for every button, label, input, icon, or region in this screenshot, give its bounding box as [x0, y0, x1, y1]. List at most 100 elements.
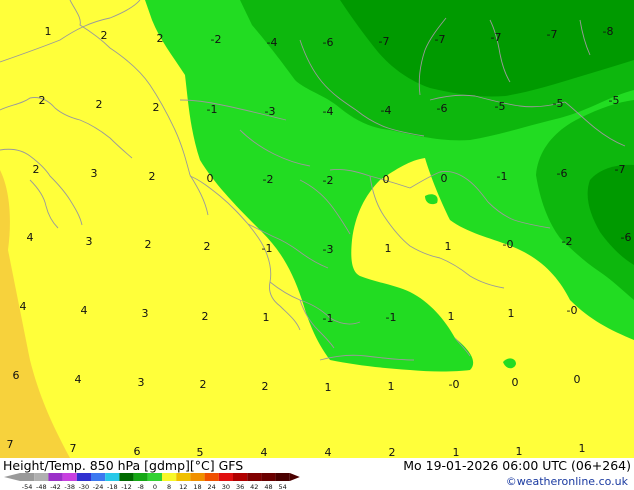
- temperature-label: 0: [441, 172, 448, 185]
- scale-box: [162, 473, 177, 481]
- scale-box: [34, 473, 49, 481]
- scale-tick-label: 36: [236, 483, 244, 490]
- scale-tick-label: 8: [167, 483, 171, 490]
- scale-tick-label: -48: [36, 483, 47, 490]
- temperature-label: 5: [197, 446, 204, 458]
- temperature-label: -4: [381, 104, 392, 117]
- scale-tick-label: -42: [50, 483, 61, 490]
- scale-box: [204, 473, 219, 481]
- scale-box: [147, 473, 162, 481]
- temperature-label: -1: [386, 311, 397, 324]
- scale-arrow-right: [289, 473, 300, 481]
- scale-tick-label: 24: [208, 483, 216, 490]
- map-canvas: 1 2 2 -2 -4 -6 -7 -7 -7 -7 -8 2 2 2 -1 -3 -4 -4 -6 -5 -5 -5 2 3…: [0, 0, 634, 458]
- temperature-label: 4: [20, 300, 27, 313]
- temperature-label: 1: [325, 381, 332, 394]
- temperature-label: -6: [557, 167, 568, 180]
- scale-tick-label: -24: [93, 483, 104, 490]
- scale-tick-label: 12: [179, 483, 187, 490]
- scale-box: [119, 473, 134, 481]
- temperature-label: 2: [200, 378, 207, 391]
- scale-box: [20, 473, 35, 481]
- scale-tick-label: 42: [250, 483, 258, 490]
- temperature-label: 2: [33, 163, 40, 176]
- temperature-label: 1: [388, 380, 395, 393]
- temperature-label: -0: [503, 238, 514, 251]
- temperature-label: -5: [553, 97, 564, 110]
- temperature-label: -1: [497, 170, 508, 183]
- temperature-label: -2: [323, 174, 334, 187]
- temperature-label: 2: [262, 380, 269, 393]
- temperature-label: -0: [567, 304, 578, 317]
- scale-box: [76, 473, 91, 481]
- temperature-label: 0: [574, 373, 581, 386]
- temperature-label: -3: [323, 243, 334, 256]
- temperature-label: 1: [445, 240, 452, 253]
- temperature-label: 2: [39, 94, 46, 107]
- temperature-label: 0: [383, 173, 390, 186]
- temperature-label: 6: [13, 369, 20, 382]
- temperature-label: -4: [267, 36, 278, 49]
- temperature-label: -6: [621, 231, 632, 244]
- scale-box: [218, 473, 233, 481]
- temperature-label: -3: [265, 105, 276, 118]
- temperature-label: -2: [211, 33, 222, 46]
- temperature-label: 4: [27, 231, 34, 244]
- valid-time: Mo 19-01-2026 06:00 UTC (06+264): [403, 458, 631, 473]
- scale-tick-label: 30: [222, 483, 230, 490]
- temperature-label: 2: [157, 32, 164, 45]
- scale-tick-label: 48: [264, 483, 272, 490]
- temperature-label: 4: [325, 446, 332, 458]
- scale-arrow-left: [4, 473, 20, 481]
- temperature-label: 2: [153, 101, 160, 114]
- temperature-label: 4: [81, 304, 88, 317]
- weather-map: 1 2 2 -2 -4 -6 -7 -7 -7 -7 -8 2 2 2 -1 -3 -4 -4 -6 -5 -5 -5 2 3…: [0, 0, 634, 458]
- scale-tick-label: -30: [79, 483, 90, 490]
- temperature-label: 2: [202, 310, 209, 323]
- scale-box: [133, 473, 148, 481]
- temperature-label: -7: [491, 31, 502, 44]
- color-scale: -54 -48 -42 -38 -30 -24 -18 -12 -8 0 8 12 18 24 30 36 42…: [4, 473, 300, 490]
- credit-link[interactable]: ©weatheronline.co.uk: [506, 475, 628, 488]
- temperature-label: 7: [7, 438, 14, 451]
- temperature-label: -5: [495, 100, 506, 113]
- temperature-label: -1: [323, 312, 334, 325]
- scale-tick-label: -12: [121, 483, 132, 490]
- scale-tick-label: -38: [64, 483, 75, 490]
- temperature-label: -7: [615, 163, 626, 176]
- scale-box: [261, 473, 276, 481]
- temperature-label: -1: [262, 242, 273, 255]
- temperature-label: 3: [86, 235, 93, 248]
- temperature-label: 1: [263, 311, 270, 324]
- color-scale-boxes: [4, 473, 300, 481]
- temperature-label: -7: [379, 35, 390, 48]
- temperature-label: 3: [138, 376, 145, 389]
- temperature-label: 4: [261, 446, 268, 458]
- scale-box: [48, 473, 63, 481]
- scale-box: [233, 473, 248, 481]
- temperature-label: -6: [323, 36, 334, 49]
- temperature-label: 7: [70, 442, 77, 455]
- temperature-label: 1: [516, 445, 523, 458]
- temperature-label: 1: [453, 446, 460, 458]
- temperature-label: 1: [45, 25, 52, 38]
- temperature-label: -2: [263, 173, 274, 186]
- temperature-label: 2: [96, 98, 103, 111]
- scale-box: [62, 473, 77, 481]
- temperature-label: 1: [385, 242, 392, 255]
- temperature-label: 2: [101, 29, 108, 42]
- scale-tick-label: 18: [193, 483, 201, 490]
- temperature-label: 1: [508, 307, 515, 320]
- temperature-label: -0: [449, 378, 460, 391]
- temperature-label: 2: [204, 240, 211, 253]
- map-footer: Height/Temp. 850 hPa [gdmp][°C] GFS Mo 1…: [0, 458, 634, 490]
- temperature-label: -8: [603, 25, 614, 38]
- scale-tick-label: -8: [137, 483, 143, 490]
- scale-box: [275, 473, 290, 481]
- temperature-label: 3: [91, 167, 98, 180]
- temperature-label: 1: [579, 442, 586, 455]
- temperature-label: 3: [142, 307, 149, 320]
- scale-box: [91, 473, 106, 481]
- scale-box: [190, 473, 205, 481]
- scale-tick-label: 54: [279, 483, 287, 490]
